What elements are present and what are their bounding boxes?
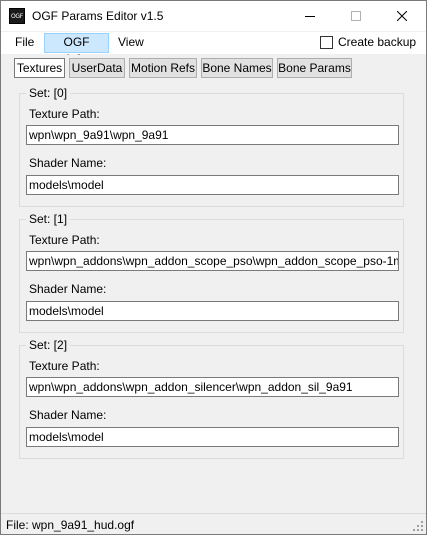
maximize-icon [351, 11, 361, 21]
menu-file[interactable]: File [8, 33, 41, 53]
app-icon[interactable]: OGF [9, 8, 25, 24]
set-title: Set: [1] [26, 213, 71, 226]
set-title: Set: [2] [26, 339, 71, 352]
close-button[interactable] [379, 1, 425, 31]
shader-name-input-0[interactable]: models\model [26, 175, 399, 195]
set-title: Set: [0] [26, 87, 71, 100]
textures-panel: Set: [0] Texture Path: wpn\wpn_9a91\wpn_… [1, 81, 426, 513]
menu-bar: File OGF Info View Create backup [1, 32, 426, 66]
shader-name-input-1[interactable]: models\model [26, 301, 399, 321]
texture-path-input-0[interactable]: wpn\wpn_9a91\wpn_9a91 [26, 125, 399, 145]
menu-ogf-info[interactable]: OGF Info [44, 33, 109, 66]
create-backup-label[interactable]: Create backup [338, 35, 416, 49]
status-file-label: File: wpn_9a91_hud.ogf [6, 518, 135, 532]
resize-grip-icon[interactable] [412, 520, 424, 532]
texture-path-label: Texture Path: [29, 107, 100, 121]
menu-view[interactable]: View [111, 33, 151, 53]
shader-name-label: Shader Name: [29, 408, 107, 422]
set-group-1: Set: [1] Texture Path: wpn\wpn_addons\wp… [19, 213, 404, 333]
texture-path-input-1[interactable]: wpn\wpn_addons\wpn_addon_scope_pso\wpn_a… [26, 251, 399, 271]
tab-bone-params[interactable]: Bone Params [277, 58, 352, 78]
status-bar: File: wpn_9a91_hud.ogf [1, 513, 426, 534]
set-group-0: Set: [0] Texture Path: wpn\wpn_9a91\wpn_… [19, 87, 404, 207]
tab-bar: Textures UserData Motion Refs Bone Names… [1, 55, 426, 81]
shader-name-label: Shader Name: [29, 282, 107, 296]
texture-path-label: Texture Path: [29, 233, 100, 247]
create-backup-checkbox[interactable] [320, 36, 333, 49]
tab-textures[interactable]: Textures [14, 58, 65, 78]
close-icon [397, 11, 407, 21]
minimize-button[interactable] [287, 1, 333, 31]
shader-name-input-2[interactable]: models\model [26, 427, 399, 447]
app-icon-text: OGF [11, 13, 23, 20]
maximize-button[interactable] [333, 1, 379, 31]
app-window: OGF OGF Params Editor v1.5 File OGF Info… [0, 0, 427, 535]
texture-path-label: Texture Path: [29, 359, 100, 373]
minimize-icon [305, 16, 315, 17]
window-title: OGF Params Editor v1.5 [32, 9, 164, 23]
shader-name-label: Shader Name: [29, 156, 107, 170]
title-bar[interactable]: OGF OGF Params Editor v1.5 [1, 1, 426, 31]
tab-userdata[interactable]: UserData [69, 58, 125, 78]
tab-motion-refs[interactable]: Motion Refs [129, 58, 197, 78]
set-group-2: Set: [2] Texture Path: wpn\wpn_addons\wp… [19, 339, 404, 459]
tab-bone-names[interactable]: Bone Names [201, 58, 273, 78]
texture-path-input-2[interactable]: wpn\wpn_addons\wpn_addon_silencer\wpn_ad… [26, 377, 399, 397]
